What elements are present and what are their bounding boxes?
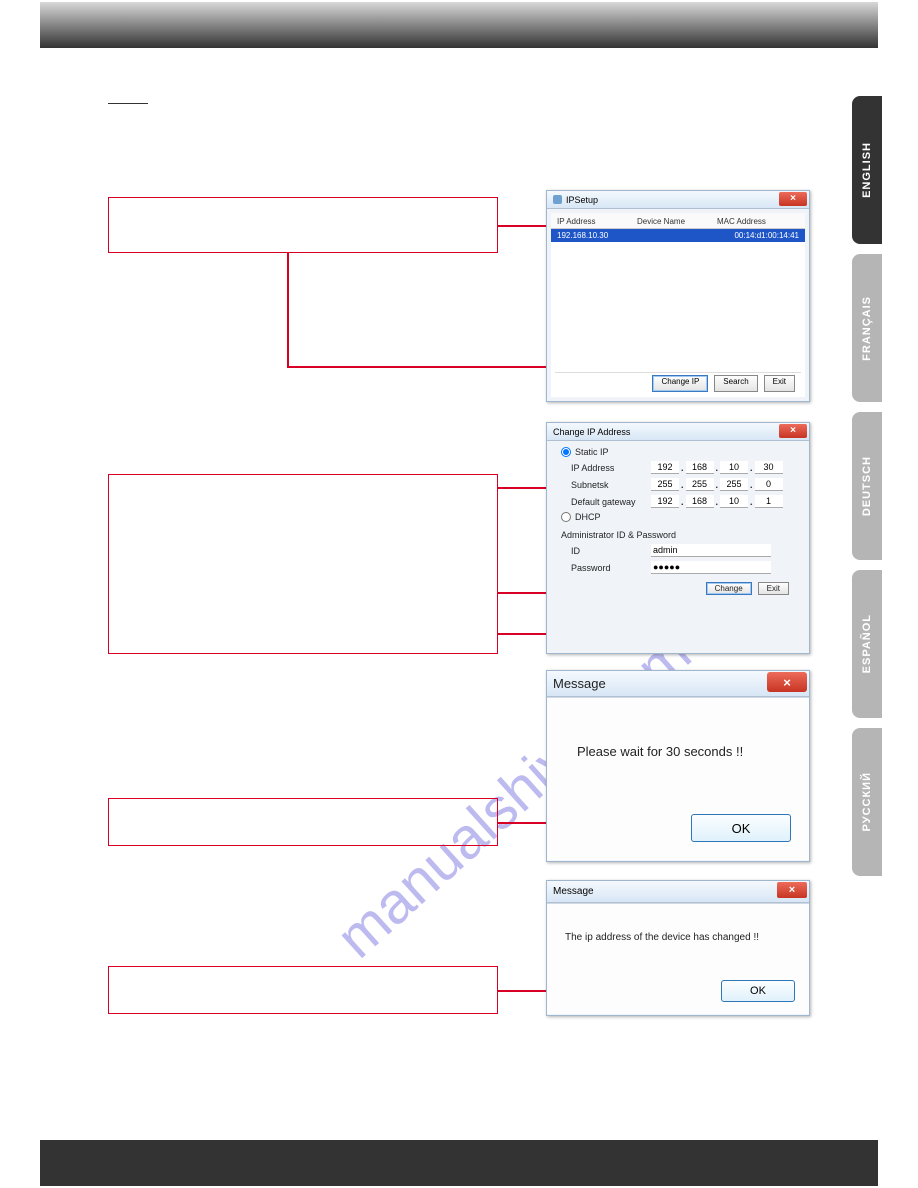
change-ip-button[interactable]: Change IP xyxy=(652,375,708,392)
id-label: ID xyxy=(571,546,651,556)
close-icon[interactable]: × xyxy=(779,192,807,206)
callout-box-1 xyxy=(108,197,498,253)
cell-mac: 00:14:d1:00:14:41 xyxy=(717,231,799,240)
lang-label: FRANÇAIS xyxy=(861,296,873,361)
lang-tab-russian[interactable]: РУССКИЙ xyxy=(852,728,882,876)
sn-octet-4[interactable] xyxy=(755,478,783,491)
lang-label: ENGLISH xyxy=(861,142,873,198)
password-row: Password xyxy=(571,561,795,574)
password-label: Password xyxy=(571,563,651,573)
top-gradient-bar xyxy=(40,2,878,48)
close-icon[interactable]: × xyxy=(767,672,807,692)
window-title: Message xyxy=(553,886,594,897)
titlebar: Change IP Address × xyxy=(547,423,809,441)
gw-octet-2[interactable] xyxy=(686,495,714,508)
col-mac: MAC Address xyxy=(717,217,799,226)
window-title: Message xyxy=(553,676,606,691)
auth-section-heading: Administrator ID & Password xyxy=(561,530,795,540)
table-row[interactable]: 192.168.10.30 00:14:d1:00:14:41 xyxy=(551,229,805,242)
ok-button[interactable]: OK xyxy=(691,814,791,842)
message-changed-window: Message × The ip address of the device h… xyxy=(546,880,810,1016)
close-icon[interactable]: × xyxy=(777,882,807,898)
connector-line xyxy=(287,253,289,367)
message-text: The ip address of the device has changed… xyxy=(565,932,759,943)
static-ip-radio[interactable]: Static IP xyxy=(561,447,795,457)
sn-octet-1[interactable] xyxy=(651,478,679,491)
dhcp-radio[interactable]: DHCP xyxy=(561,512,795,522)
lang-tab-deutsch[interactable]: DEUTSCH xyxy=(852,412,882,560)
change-button[interactable]: Change xyxy=(706,582,752,595)
gw-octet-1[interactable] xyxy=(651,495,679,508)
col-ip: IP Address xyxy=(557,217,637,226)
id-field[interactable] xyxy=(651,544,771,557)
static-ip-label: Static IP xyxy=(575,447,609,457)
titlebar: IPSetup × xyxy=(547,191,809,209)
subnet-label: Subnetsk xyxy=(571,480,651,490)
bottom-bar xyxy=(40,1140,878,1186)
subnet-row: Subnetsk . . . xyxy=(571,478,795,491)
titlebar: Message × xyxy=(547,881,809,903)
lang-label: РУССКИЙ xyxy=(861,772,873,831)
callout-box-3 xyxy=(108,798,498,846)
sn-octet-2[interactable] xyxy=(686,478,714,491)
ip-label: IP Address xyxy=(571,463,651,473)
ip-octet-4[interactable] xyxy=(755,461,783,474)
search-button[interactable]: Search xyxy=(714,375,757,392)
gw-octet-3[interactable] xyxy=(720,495,748,508)
id-row: ID xyxy=(571,544,795,557)
message-text: Please wait for 30 seconds !! xyxy=(577,744,743,759)
cell-name xyxy=(637,231,717,240)
col-name: Device Name xyxy=(637,217,717,226)
ip-octet-2[interactable] xyxy=(686,461,714,474)
window-title: IPSetup xyxy=(566,195,598,205)
lang-tab-english[interactable]: ENGLISH xyxy=(852,96,882,244)
lang-label: ESPAÑOL xyxy=(861,614,873,673)
exit-button[interactable]: Exit xyxy=(758,582,789,595)
table-header: IP Address Device Name MAC Address xyxy=(551,213,805,229)
callout-box-4 xyxy=(108,966,498,1014)
button-row: Change IP Search Exit xyxy=(555,372,801,392)
lang-tab-espanol[interactable]: ESPAÑOL xyxy=(852,570,882,718)
sn-octet-3[interactable] xyxy=(720,478,748,491)
gateway-label: Default gateway xyxy=(571,497,651,507)
close-icon[interactable]: × xyxy=(779,424,807,438)
callout-box-2 xyxy=(108,474,498,654)
gateway-row: Default gateway . . . xyxy=(571,495,795,508)
titlebar: Message × xyxy=(547,671,809,697)
ip-address-row: IP Address . . . xyxy=(571,461,795,474)
gw-octet-4[interactable] xyxy=(755,495,783,508)
button-row: Change Exit xyxy=(561,582,789,595)
lang-tab-francais[interactable]: FRANÇAIS xyxy=(852,254,882,402)
heading-underline xyxy=(108,103,148,104)
cell-ip: 192.168.10.30 xyxy=(557,231,637,240)
exit-button[interactable]: Exit xyxy=(764,375,795,392)
ip-octet-1[interactable] xyxy=(651,461,679,474)
dhcp-radio-input[interactable] xyxy=(561,512,571,522)
change-ip-window: Change IP Address × Static IP IP Address… xyxy=(546,422,810,654)
message-wait-window: Message × Please wait for 30 seconds !! … xyxy=(546,670,810,862)
dhcp-label: DHCP xyxy=(575,512,601,522)
ip-octet-3[interactable] xyxy=(720,461,748,474)
app-icon xyxy=(553,195,562,204)
lang-label: DEUTSCH xyxy=(861,456,873,516)
ok-button[interactable]: OK xyxy=(721,980,795,1002)
ipsetup-window: IPSetup × IP Address Device Name MAC Add… xyxy=(546,190,810,402)
window-title: Change IP Address xyxy=(553,427,630,437)
password-field[interactable] xyxy=(651,561,771,574)
static-ip-radio-input[interactable] xyxy=(561,447,571,457)
